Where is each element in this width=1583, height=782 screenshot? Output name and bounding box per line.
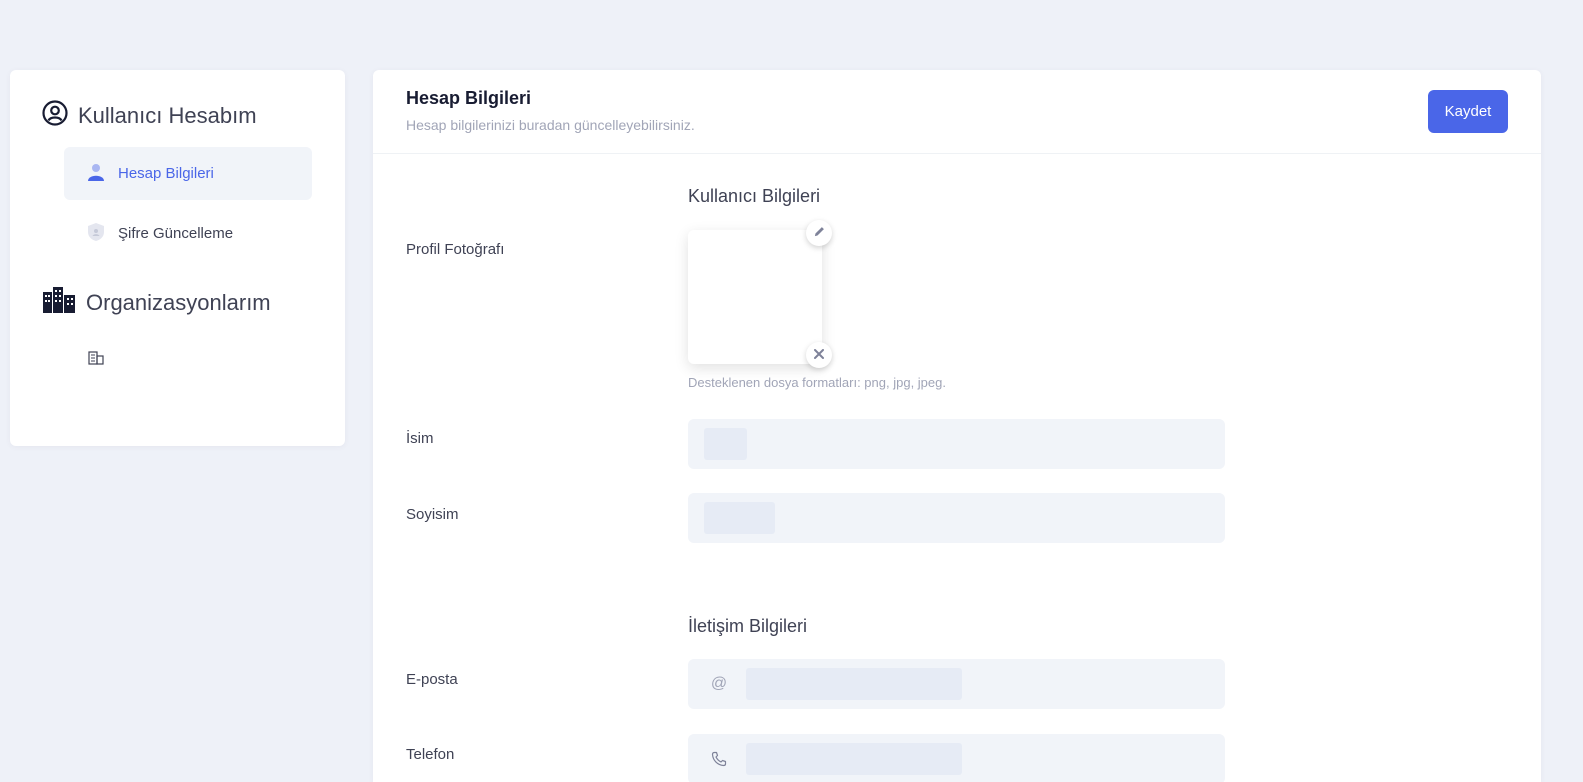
loading-placeholder <box>704 502 775 534</box>
user-info-section-title: Kullanıcı Bilgileri <box>688 186 821 206</box>
page-subtitle: Hesap bilgilerinizi buradan güncelleyebi… <box>406 117 695 133</box>
remove-photo-button[interactable] <box>806 342 832 368</box>
buildings-icon <box>42 286 76 320</box>
surname-field[interactable] <box>688 493 1225 543</box>
close-icon <box>814 346 824 364</box>
pencil-icon <box>814 224 825 242</box>
shield-icon <box>86 222 106 246</box>
loading-placeholder <box>746 668 962 700</box>
name-field[interactable] <box>688 419 1225 469</box>
loading-placeholder <box>704 428 747 460</box>
sidebar-item-label: Şifre Güncelleme <box>118 225 234 242</box>
loading-placeholder <box>746 743 962 775</box>
page-title: Hesap Bilgileri <box>406 88 532 108</box>
account-section-header: Kullanıcı Hesabım <box>42 100 257 132</box>
card-header: Hesap Bilgileri Hesap bilgilerinizi bura… <box>373 70 1541 154</box>
organization-item[interactable] <box>86 350 106 370</box>
phone-icon <box>704 751 734 767</box>
organizations-section-title: Organizasyonlarım <box>86 290 271 315</box>
phone-field[interactable] <box>688 734 1225 782</box>
email-label: E-posta <box>406 671 458 688</box>
organizations-section-header: Organizasyonlarım <box>42 286 271 320</box>
account-info-card: Hesap Bilgileri Hesap bilgilerinizi bura… <box>373 70 1541 782</box>
sidebar-item-password-update[interactable]: Şifre Güncelleme <box>64 207 312 260</box>
user-icon <box>86 162 106 186</box>
account-section-title: Kullanıcı Hesabım <box>78 103 257 128</box>
phone-label: Telefon <box>406 746 455 763</box>
at-sign-icon: @ <box>710 675 728 692</box>
building-icon <box>88 350 104 370</box>
contact-info-section-title: İletişim Bilgileri <box>688 616 808 636</box>
user-circle-icon <box>42 100 68 132</box>
name-label: İsim <box>406 430 434 447</box>
save-button[interactable]: Kaydet <box>1428 90 1508 133</box>
edit-photo-button[interactable] <box>806 220 832 246</box>
surname-label: Soyisim <box>406 506 459 523</box>
profile-photo-preview[interactable] <box>688 230 822 364</box>
email-field[interactable]: @ <box>688 659 1225 709</box>
photo-format-hint: Desteklenen dosya formatları: png, jpg, … <box>688 375 946 390</box>
sidebar-item-label: Hesap Bilgileri <box>118 165 214 182</box>
sidebar-item-account-info[interactable]: Hesap Bilgileri <box>64 147 312 200</box>
profile-photo-label: Profil Fotoğrafı <box>406 241 505 258</box>
sidebar: Kullanıcı Hesabım Hesap Bilgileri Şifre … <box>10 70 345 446</box>
